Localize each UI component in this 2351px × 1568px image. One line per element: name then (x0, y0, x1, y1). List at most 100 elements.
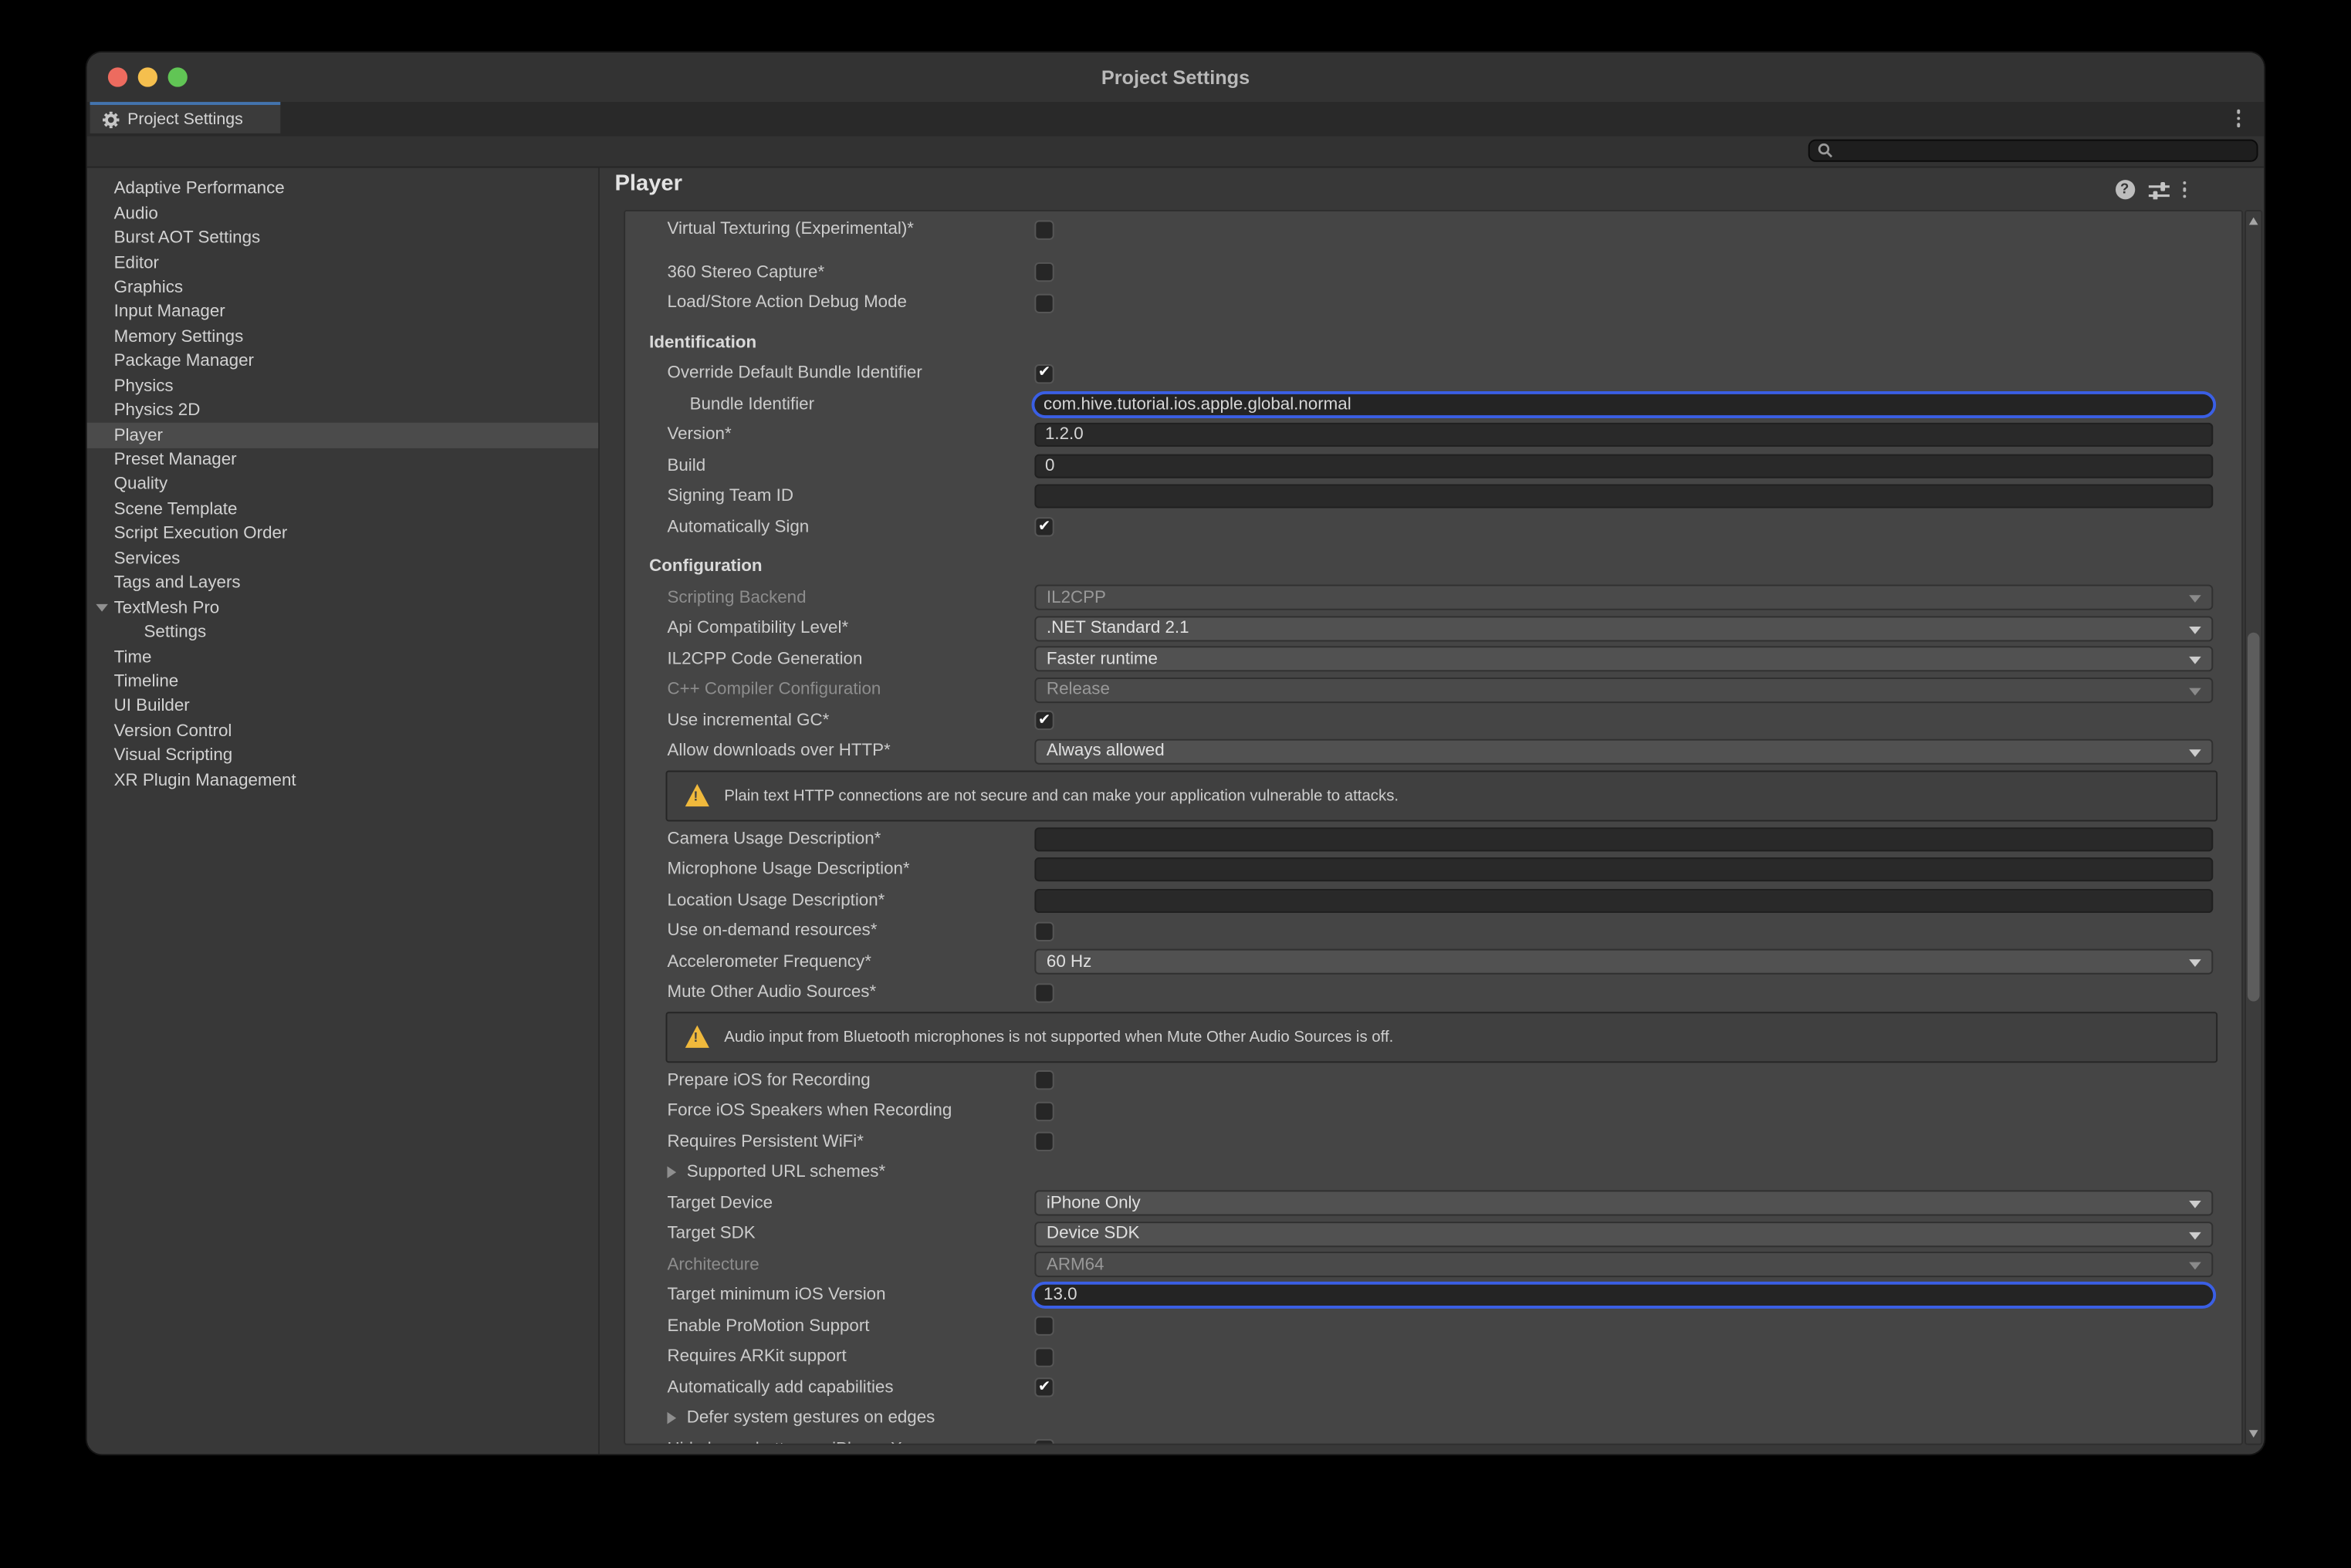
checkbox-use-on-demand-resources[interactable] (1034, 921, 1054, 941)
sidebar-item-settings[interactable]: Settings (87, 620, 598, 645)
scroll-down-icon[interactable] (2248, 1430, 2258, 1438)
sidebar-item-textmesh-pro[interactable]: TextMesh Pro (87, 596, 598, 620)
sidebar-item-physics[interactable]: Physics (87, 374, 598, 399)
checkbox-automatically-add-capabilities[interactable]: ✔ (1034, 1378, 1054, 1397)
sidebar-item-label: Input Manager (114, 303, 225, 321)
checkbox-mute-other-audio-sources[interactable] (1034, 983, 1054, 1002)
sidebar-item-audio[interactable]: Audio (87, 201, 598, 226)
sidebar-item-label: Package Manager (114, 353, 254, 370)
search-input[interactable] (1808, 140, 2258, 162)
setting-row-il2cpp-code-generation: IL2CPP Code Generation Faster runtime (625, 644, 2241, 674)
sidebar-item-graphics[interactable]: Graphics (87, 275, 598, 300)
presets-icon[interactable] (2148, 181, 2169, 198)
setting-row-virtual-texturing-experimental: Virtual Texturing (Experimental)* (625, 215, 2241, 245)
dropdown-il2cpp-code-generation[interactable]: Faster runtime (1034, 647, 2213, 672)
sidebar-item-scene-template[interactable]: Scene Template (87, 497, 598, 522)
checkbox-requires-persistent-wifi[interactable] (1034, 1132, 1054, 1151)
dropdown-target-sdk[interactable]: Device SDK (1034, 1222, 2213, 1247)
dropdown-value: Faster runtime (1047, 651, 1158, 668)
checkbox-use-incremental-gc[interactable]: ✔ (1034, 711, 1054, 730)
dropdown-target-device[interactable]: iPhone Only (1034, 1191, 2213, 1216)
kebab-menu-icon[interactable] (2182, 181, 2186, 198)
sidebar-item-label: XR Plugin Management (114, 772, 296, 789)
kebab-menu-icon[interactable] (2236, 110, 2240, 127)
chevron-down-icon (2189, 1201, 2201, 1209)
checkbox-enable-promotion-support[interactable] (1034, 1316, 1054, 1336)
setting-row-enable-promotion-support: Enable ProMotion Support (625, 1311, 2241, 1342)
minimize-button[interactable] (138, 67, 157, 86)
settings-panel: Virtual Texturing (Experimental)* 360 Ste… (624, 210, 2243, 1445)
sidebar-item-editor[interactable]: Editor (87, 251, 598, 275)
sidebar-item-xr-plugin-management[interactable]: XR Plugin Management (87, 769, 598, 793)
dropdown-accelerometer-frequency[interactable]: 60 Hz (1034, 949, 2213, 975)
checkbox-automatically-sign[interactable]: ✔ (1034, 518, 1054, 537)
setting-label: IL2CPP Code Generation (667, 651, 1034, 668)
setting-label: Target Device (667, 1195, 1034, 1212)
tab-project-settings[interactable]: Project Settings (90, 102, 281, 133)
checkbox-virtual-texturing-experimental[interactable] (1034, 220, 1054, 239)
foldout-arrow-icon[interactable] (667, 1412, 676, 1424)
sidebar-item-label: Adaptive Performance (114, 181, 285, 198)
sidebar-item-quality[interactable]: Quality (87, 472, 598, 497)
checkbox-override-default-bundle-identifier[interactable]: ✔ (1034, 364, 1054, 384)
setting-row-requires-arkit-support: Requires ARKit support (625, 1342, 2241, 1373)
sidebar-item-visual-scripting[interactable]: Visual Scripting (87, 744, 598, 769)
checkbox-prepare-ios-for-recording[interactable] (1034, 1071, 1054, 1090)
chevron-down-icon (2189, 627, 2201, 634)
dropdown-api-compatibility-level[interactable]: .NET Standard 2.1 (1034, 616, 2213, 641)
checkbox-requires-arkit-support[interactable] (1034, 1347, 1054, 1367)
scroll-up-icon[interactable] (2248, 218, 2258, 225)
sidebar-item-input-manager[interactable]: Input Manager (87, 300, 598, 325)
sidebar-item-player[interactable]: Player (87, 424, 598, 448)
text-field-target-minimum-ios-version[interactable]: 13.0 (1032, 1282, 2217, 1309)
warning-text: Audio input from Bluetooth microphones i… (724, 1028, 1393, 1046)
zoom-button[interactable] (168, 67, 188, 86)
text-field-bundle-identifier[interactable]: com.hive.tutorial.ios.apple.global.norma… (1032, 391, 2217, 418)
checkbox-hide-home-button-on-iphone-x[interactable] (1034, 1439, 1054, 1445)
setting-label: Bundle Identifier (667, 395, 1034, 413)
sidebar-item-burst-aot-settings[interactable]: Burst AOT Settings (87, 226, 598, 251)
sidebar-item-script-execution-order[interactable]: Script Execution Order (87, 522, 598, 546)
sidebar-item-package-manager[interactable]: Package Manager (87, 350, 598, 374)
sidebar-item-tags-and-layers[interactable]: Tags and Layers (87, 571, 598, 596)
chevron-down-icon (2189, 960, 2201, 968)
scrollbar-thumb[interactable] (2248, 633, 2260, 1002)
setting-row-camera-usage-description: Camera Usage Description* (625, 823, 2241, 854)
text-field-signing-team-id[interactable] (1034, 485, 2213, 509)
sidebar-item-adaptive-performance[interactable]: Adaptive Performance (87, 177, 598, 201)
setting-label: 360 Stereo Capture* (667, 263, 1034, 281)
vertical-scrollbar[interactable] (2244, 210, 2262, 1445)
checkbox-360-stereo-capture[interactable] (1034, 262, 1054, 282)
foldout-arrow-icon[interactable] (96, 605, 108, 613)
sidebar-item-physics-2d[interactable]: Physics 2D (87, 399, 598, 424)
text-field-camera-usage-description[interactable] (1034, 827, 2213, 851)
sidebar-item-memory-settings[interactable]: Memory Settings (87, 325, 598, 350)
setting-label: Target minimum iOS Version (667, 1286, 1034, 1304)
dropdown-allow-downloads-over-http[interactable]: Always allowed (1034, 738, 2213, 764)
setting-label: Build (667, 457, 1034, 475)
text-field-build[interactable]: 0 (1034, 454, 2213, 478)
text-field-version[interactable]: 1.2.0 (1034, 423, 2213, 447)
sidebar-item-label: Version Control (114, 722, 232, 740)
checkmark-icon: ✔ (1038, 713, 1050, 728)
sidebar-item-timeline[interactable]: Timeline (87, 670, 598, 694)
sidebar-item-services[interactable]: Services (87, 546, 598, 571)
setting-row-scripting-backend: Scripting BackendIL2CPP (625, 583, 2241, 613)
setting-label: Automatically add capabilities (667, 1379, 1034, 1397)
help-icon[interactable]: ? (2115, 180, 2134, 199)
checkbox-load-store-action-debug-mode[interactable] (1034, 293, 1054, 313)
text-field-location-usage-description[interactable] (1034, 888, 2213, 912)
setting-label: Camera Usage Description* (667, 830, 1034, 848)
setting-row-mute-other-audio-sources: Mute Other Audio Sources* (625, 978, 2241, 1009)
sidebar-item-preset-manager[interactable]: Preset Manager (87, 448, 598, 472)
text-field-microphone-usage-description[interactable] (1034, 858, 2213, 882)
sidebar-item-version-control[interactable]: Version Control (87, 719, 598, 744)
dropdown-value: Release (1047, 681, 1110, 698)
checkmark-icon: ✔ (1038, 1380, 1050, 1395)
sidebar-item-ui-builder[interactable]: UI Builder (87, 694, 598, 719)
close-button[interactable] (108, 67, 127, 86)
field-value: 13.0 (1044, 1286, 1077, 1304)
foldout-arrow-icon[interactable] (667, 1167, 676, 1179)
checkbox-force-ios-speakers-when-recording[interactable] (1034, 1101, 1054, 1120)
sidebar-item-time[interactable]: Time (87, 645, 598, 670)
